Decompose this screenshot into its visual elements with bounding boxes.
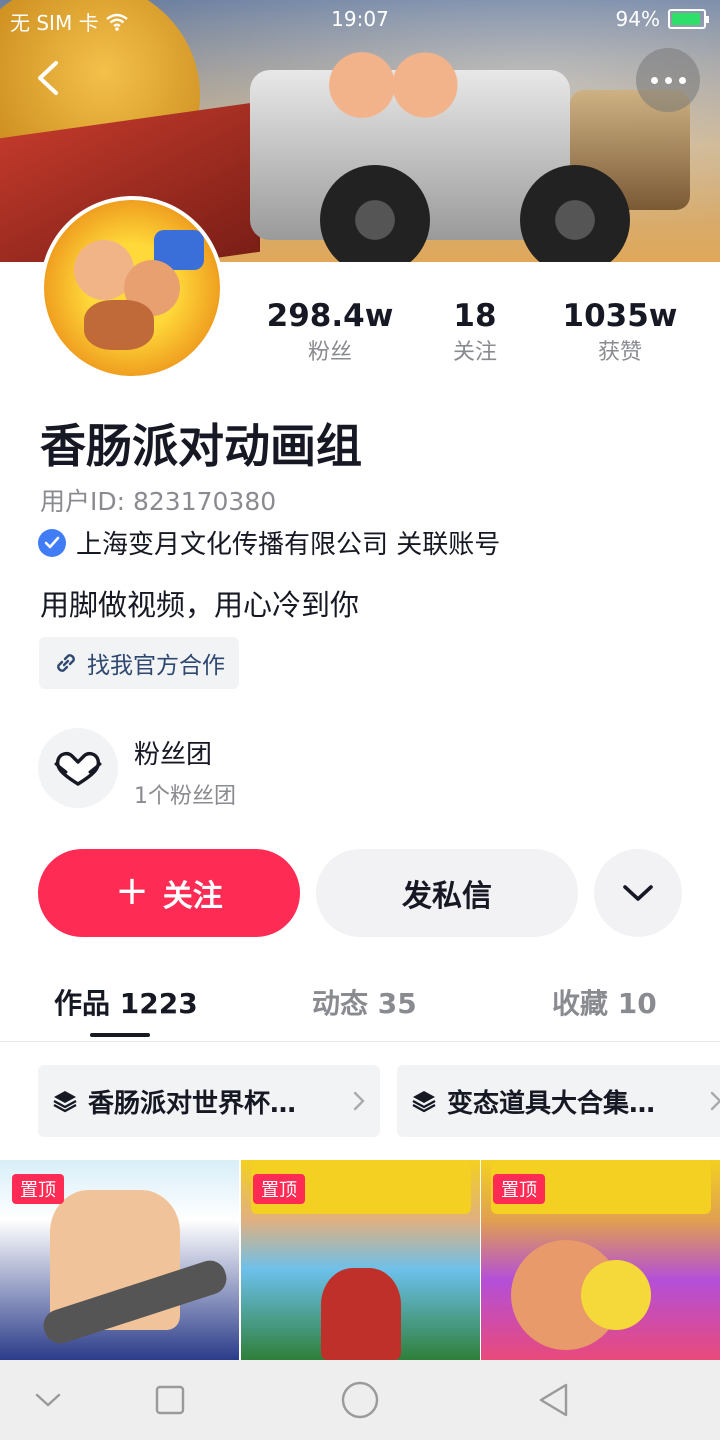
profile-name: 香肠派对动画组	[40, 419, 362, 473]
chevron-right-icon	[710, 1091, 720, 1111]
circle-icon	[341, 1381, 379, 1419]
back-button[interactable]	[26, 56, 70, 100]
stat-label: 关注	[452, 340, 497, 365]
triangle-back-icon	[539, 1383, 568, 1417]
follow-button[interactable]: + 关注	[38, 849, 300, 937]
tab-dynamics[interactable]: 动态 35	[312, 982, 417, 1022]
fan-club-title: 粉丝团	[134, 740, 213, 770]
pinned-badge: 置顶	[253, 1174, 305, 1204]
more-dots-icon	[664, 76, 672, 84]
nav-recents-button[interactable]	[148, 1378, 192, 1422]
stat-value: 18	[453, 298, 497, 334]
square-icon	[155, 1385, 185, 1415]
follow-label: 关注	[162, 879, 223, 914]
stat-label: 获赞	[597, 340, 642, 365]
layers-icon	[412, 1091, 436, 1113]
verified-association[interactable]: 上海变月文化传播有限公司 关联账号	[38, 524, 500, 561]
stat-label: 粉丝	[307, 340, 352, 365]
stat-fans[interactable]: 298.4w 粉丝	[250, 296, 410, 368]
stat-value: 298.4w	[266, 298, 394, 334]
collection-item[interactable]: 变态道具大合集…	[397, 1065, 720, 1137]
collection-item[interactable]: 香肠派对世界杯…	[38, 1065, 380, 1137]
more-dots-icon	[678, 76, 686, 84]
more-options-button[interactable]	[636, 48, 700, 112]
nav-back-button[interactable]	[532, 1378, 576, 1422]
cooperation-label: 找我官方合作	[87, 653, 225, 679]
stat-likes[interactable]: 1035w 获赞	[550, 296, 690, 368]
profile-bio: 用脚做视频，用心冷到你	[40, 588, 360, 622]
fan-club-count: 1个粉丝团	[134, 784, 236, 809]
nav-hide-button[interactable]	[26, 1378, 70, 1422]
chevron-right-icon	[353, 1091, 365, 1111]
chevron-left-icon	[38, 61, 58, 95]
thumbnail-character	[321, 1268, 401, 1360]
link-icon	[57, 654, 75, 672]
chevron-down-icon	[623, 885, 653, 901]
avatar-figure	[84, 300, 154, 350]
content-tabs: 作品 1223 动态 35 收藏 10	[0, 960, 720, 1042]
message-label: 发私信	[402, 879, 492, 914]
battery-fill	[672, 13, 701, 25]
tab-indicator	[90, 1033, 150, 1037]
battery-percent: 94%	[615, 7, 660, 31]
layers-icon	[53, 1091, 77, 1113]
verified-check-icon	[38, 528, 66, 557]
verified-text: 上海变月文化传播有限公司 关联账号	[76, 530, 501, 560]
collection-label: 香肠派对世界杯…	[88, 1088, 297, 1119]
chevron-down-icon	[35, 1393, 61, 1407]
status-bar: 无 SIM 卡 19:07 94%	[0, 0, 720, 40]
video-thumbnail[interactable]: 置顶	[481, 1160, 720, 1360]
video-grid: 置顶 置顶 置顶	[0, 1160, 720, 1360]
video-thumbnail[interactable]: 置顶	[241, 1160, 480, 1360]
status-right: 94%	[615, 7, 709, 31]
stat-value: 1035w	[562, 298, 678, 334]
collection-label: 变态道具大合集…	[447, 1088, 656, 1119]
pinned-badge: 置顶	[493, 1174, 545, 1204]
avatar[interactable]	[40, 196, 224, 380]
stat-following[interactable]: 18 关注	[420, 296, 530, 368]
battery-icon	[668, 9, 709, 29]
message-button[interactable]: 发私信	[316, 849, 578, 937]
system-nav-bar	[0, 1360, 720, 1440]
cooperation-link[interactable]: 找我官方合作	[39, 637, 239, 689]
tab-works[interactable]: 作品 1223	[54, 982, 198, 1022]
banner-characters	[320, 40, 460, 130]
thumbnail-prop	[581, 1260, 651, 1330]
pinned-badge: 置顶	[12, 1174, 64, 1204]
nav-home-button[interactable]	[338, 1378, 382, 1422]
user-id[interactable]: 用户ID: 823170380	[40, 482, 276, 518]
more-dots-icon	[650, 76, 658, 84]
status-time: 19:07	[331, 7, 389, 31]
fan-club-heart-icon	[38, 728, 118, 808]
fan-club[interactable]: 粉丝团 1个粉丝团	[38, 728, 438, 810]
video-thumbnail[interactable]: 置顶	[0, 1160, 239, 1360]
tab-favorites[interactable]: 收藏 10	[552, 982, 657, 1022]
plus-icon: +	[115, 868, 149, 914]
more-recommend-button[interactable]	[594, 849, 682, 937]
